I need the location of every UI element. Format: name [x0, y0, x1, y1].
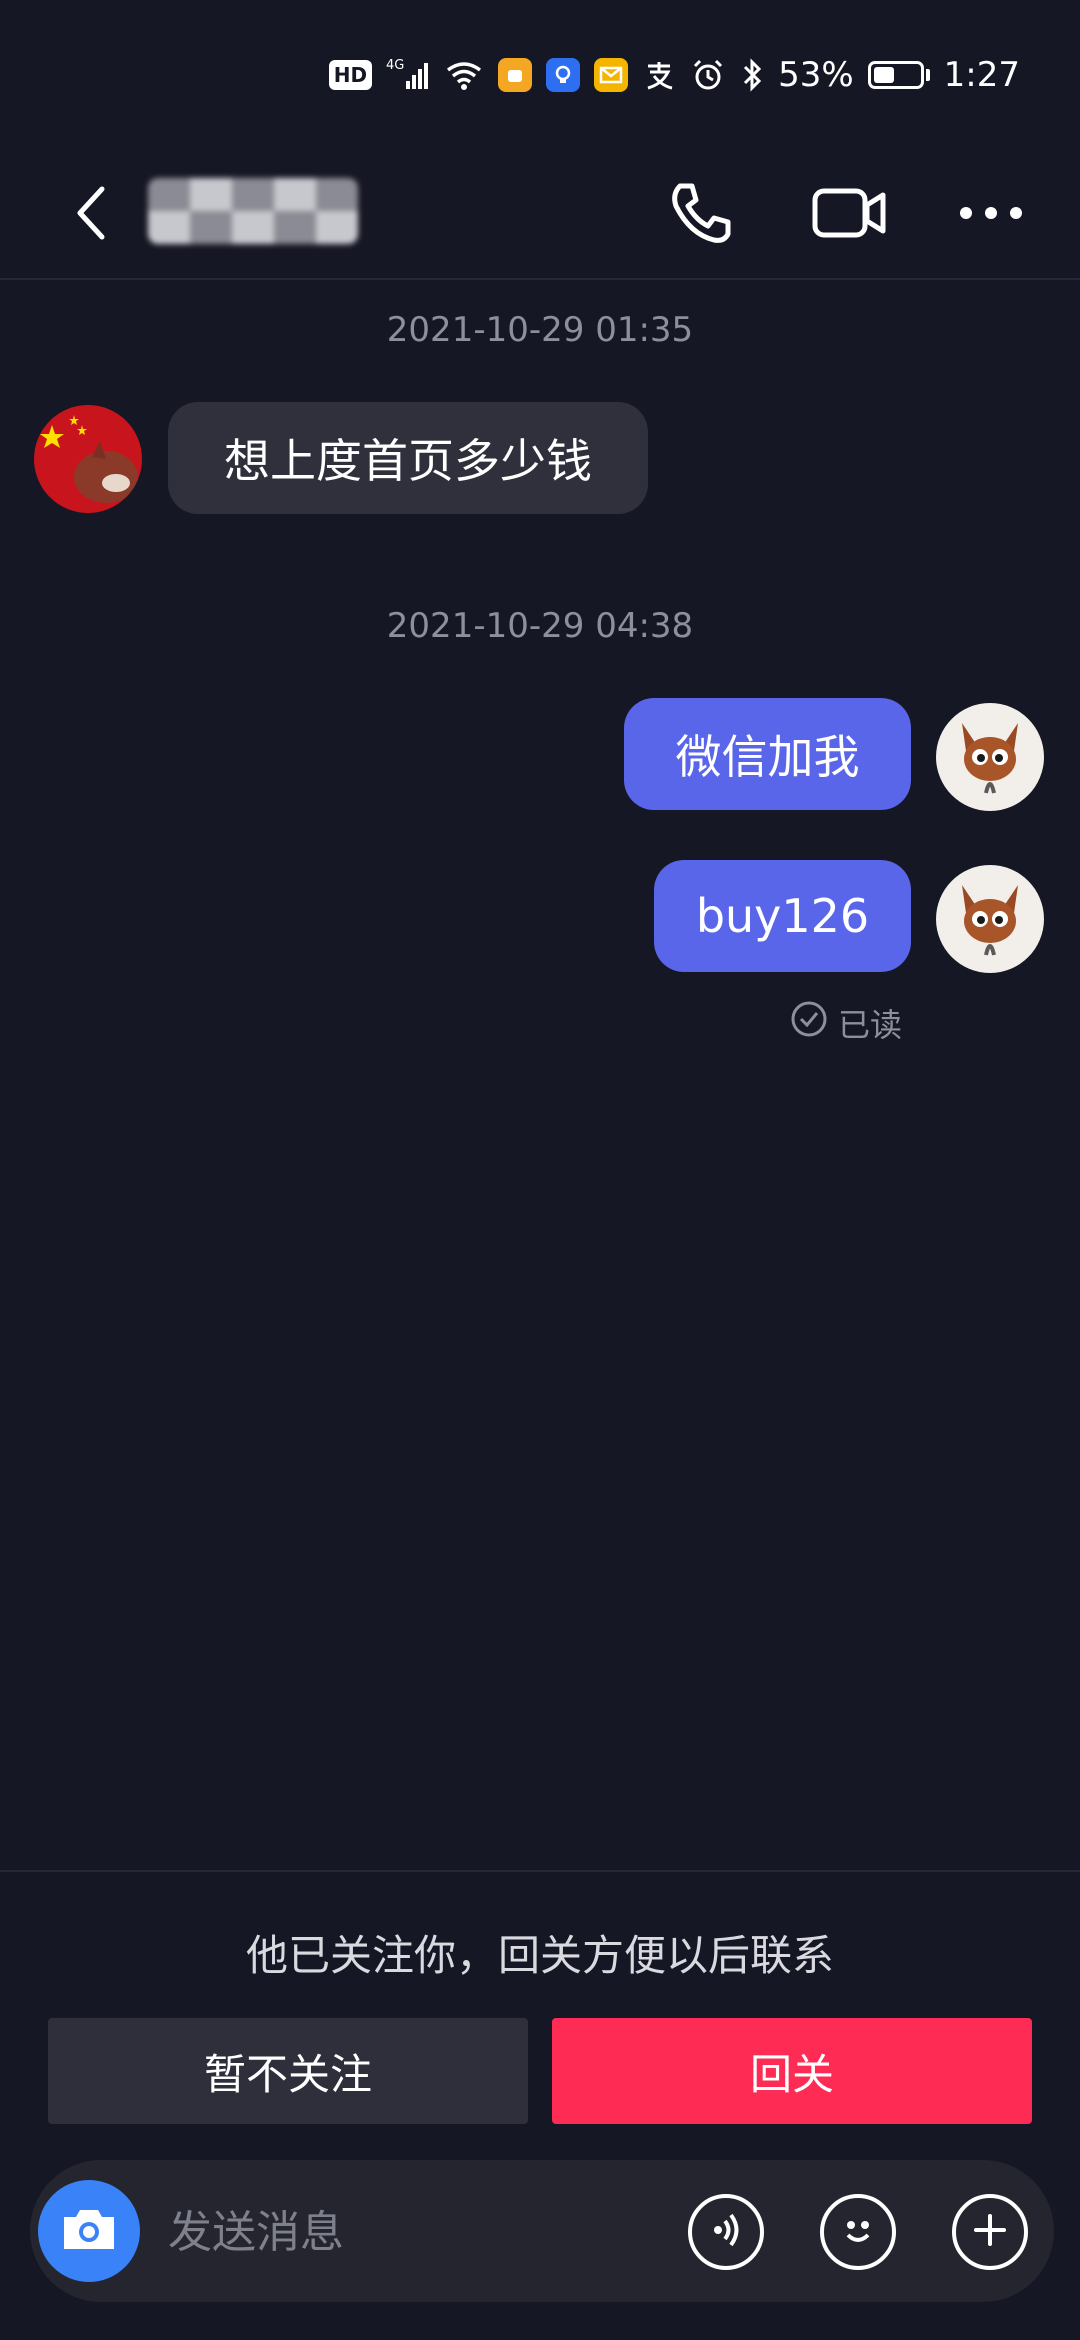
follow-back-button[interactable]: 回关	[552, 2018, 1032, 2124]
back-button[interactable]	[50, 170, 130, 260]
read-receipt: 已读	[790, 1000, 902, 1046]
plus-icon	[970, 2210, 1010, 2254]
app-notification-icon	[546, 58, 581, 92]
user-avatar[interactable]	[936, 703, 1044, 811]
mail-icon	[594, 58, 629, 92]
check-circle-icon	[790, 1000, 828, 1046]
voice-icon	[704, 2208, 748, 2256]
status-time: 1:27	[943, 55, 1020, 95]
emoji-button[interactable]	[820, 2194, 896, 2270]
camera-button[interactable]	[38, 2180, 140, 2282]
outgoing-message-bubble[interactable]: buy126	[654, 860, 911, 972]
message-input-bar	[30, 2160, 1054, 2302]
alarm-icon	[690, 57, 726, 93]
follow-prompt-text: 他已关注你，回关方便以后联系	[245, 1931, 834, 1980]
message-text: 想上度首页多少钱	[224, 434, 592, 488]
message-text: buy126	[695, 889, 870, 943]
more-button[interactable]	[946, 170, 1036, 260]
wifi-icon	[444, 58, 484, 92]
hd-icon: HD	[328, 60, 373, 90]
chat-header	[0, 150, 1080, 280]
read-status-label: 已读	[838, 1006, 903, 1044]
bluetooth-icon	[740, 57, 764, 93]
message-timestamp: 2021-10-29 01:35	[386, 310, 694, 350]
battery-percent: 53%	[778, 55, 854, 95]
alipay-icon	[642, 58, 676, 92]
signal-icon: 4G	[386, 57, 430, 93]
user-avatar[interactable]	[936, 865, 1044, 973]
network-type-label: 4G	[386, 58, 404, 73]
video-camera-icon	[811, 185, 887, 245]
battery-icon	[867, 61, 930, 89]
camera-icon	[60, 2205, 118, 2257]
phone-icon	[666, 178, 736, 252]
outgoing-message-bubble[interactable]: 微信加我	[624, 698, 911, 810]
chevron-left-icon	[70, 183, 110, 247]
message-timestamp: 2021-10-29 04:38	[386, 606, 694, 646]
contact-avatar[interactable]	[34, 405, 142, 513]
more-icon	[956, 203, 1026, 227]
status-bar: HD 4G 53% 1:27	[0, 0, 1080, 150]
add-attachment-button[interactable]	[952, 2194, 1028, 2270]
video-call-button[interactable]	[804, 170, 894, 260]
emoji-icon	[836, 2208, 880, 2256]
contact-name-blurred	[148, 178, 358, 244]
voice-message-button[interactable]	[688, 2194, 764, 2270]
app-notification-icon	[498, 58, 533, 92]
decline-follow-button[interactable]: 暂不关注	[48, 2018, 528, 2124]
message-input[interactable]	[166, 2196, 690, 2268]
voice-call-button[interactable]	[656, 170, 746, 260]
message-text: 微信加我	[675, 730, 860, 784]
incoming-message-bubble[interactable]: 想上度首页多少钱	[168, 402, 648, 514]
